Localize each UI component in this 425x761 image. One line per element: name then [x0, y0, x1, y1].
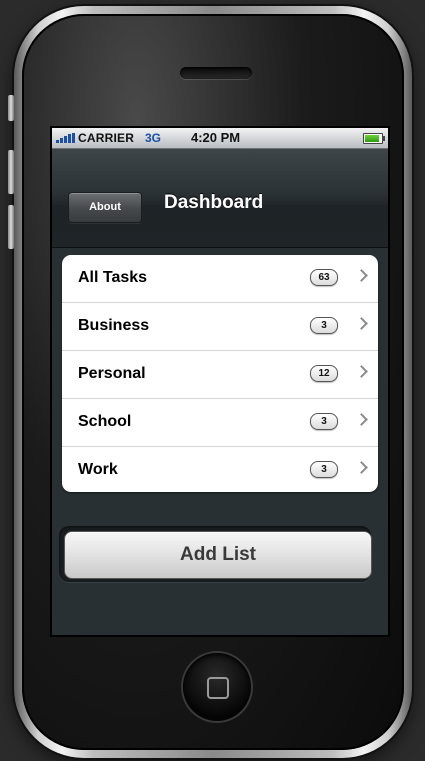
carrier-name: CARRIER	[78, 131, 135, 145]
chevron-right-icon	[355, 365, 368, 378]
battery-level	[365, 135, 379, 142]
chevron-right-icon	[355, 269, 368, 282]
status-time: 4:20 PM	[191, 130, 241, 145]
task-count-badge: 3	[310, 317, 338, 334]
list-row-work[interactable]: Work 3	[62, 447, 378, 492]
volume-up-button	[8, 150, 14, 194]
about-button[interactable]: About	[68, 192, 142, 223]
chevron-right-icon	[355, 413, 368, 426]
list-row-school[interactable]: School 3	[62, 399, 378, 447]
list-row-label: Business	[78, 317, 150, 334]
add-list-button[interactable]: Add List	[64, 531, 372, 579]
home-square-glyph	[207, 677, 229, 699]
list-row-label: Work	[78, 461, 118, 478]
network-type: 3G	[145, 131, 162, 145]
list-row-label: Personal	[78, 365, 146, 382]
task-count-badge: 3	[310, 413, 338, 430]
list-row-business[interactable]: Business 3	[62, 303, 378, 351]
task-count-badge: 12	[310, 365, 338, 382]
list-row-personal[interactable]: Personal 12	[62, 351, 378, 399]
battery-icon	[363, 133, 385, 144]
status-bar: CARRIER 3G 4:20 PM	[52, 128, 388, 149]
chevron-right-icon	[355, 461, 368, 474]
navigation-bar: About Dashboard	[52, 149, 388, 248]
mute-switch	[8, 95, 14, 121]
list-row-label: School	[78, 413, 132, 430]
home-button-icon[interactable]	[183, 653, 251, 721]
app-screen: CARRIER 3G 4:20 PM About Dashboard All T…	[52, 128, 388, 635]
signal-bars-icon	[56, 133, 76, 143]
earpiece-speaker	[180, 67, 252, 79]
list-row-all-tasks[interactable]: All Tasks 63	[62, 255, 378, 303]
list-row-label: All Tasks	[78, 269, 148, 286]
volume-down-button	[8, 205, 14, 249]
task-lists-table: All Tasks 63 Business 3 Personal 12 Scho…	[62, 255, 378, 492]
task-count-badge: 3	[310, 461, 338, 478]
chevron-right-icon	[355, 317, 368, 330]
page-title: Dashboard	[164, 192, 264, 213]
task-count-badge: 63	[310, 269, 338, 286]
